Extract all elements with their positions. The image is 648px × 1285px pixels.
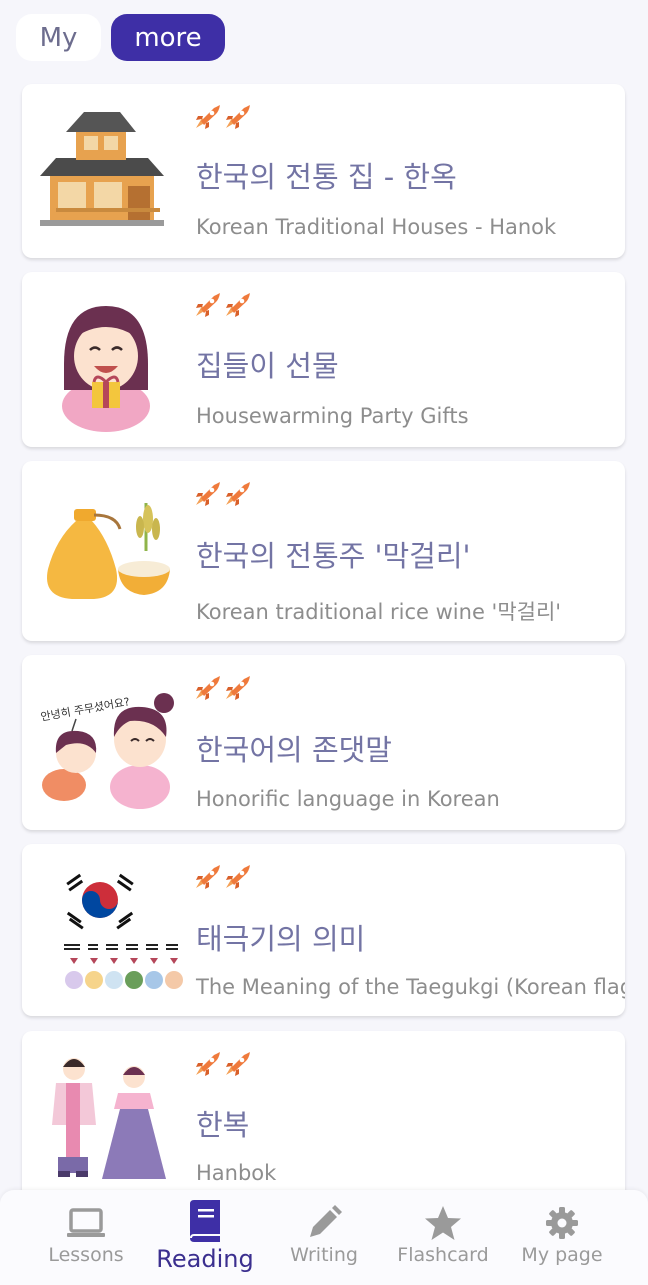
lesson-card[interactable]: 집들이 선물 Housewarming Party Gifts	[22, 272, 625, 447]
tab-my[interactable]: My	[16, 14, 101, 61]
nav-label: My page	[521, 1244, 603, 1266]
gear-icon	[546, 1207, 578, 1239]
card-title: 집들이 선물	[196, 349, 339, 383]
book-icon	[190, 1200, 220, 1242]
card-title: 한국의 전통 집 - 한옥	[196, 160, 457, 194]
card-subtitle: Korean traditional rice wine '막걸리'	[196, 600, 562, 624]
nav-reading[interactable]: Reading	[140, 1190, 270, 1285]
card-subtitle: Hanbok	[196, 1161, 277, 1185]
nav-my-page[interactable]: My page	[497, 1190, 627, 1285]
laptop-icon	[67, 1208, 105, 1237]
makgeolli-icon	[47, 503, 170, 599]
lesson-card[interactable]: 한국의 전통주 '막걸리' Korean traditional rice wi…	[22, 461, 625, 641]
card-title: 한국어의 존댓말	[196, 733, 392, 767]
bottom-nav: Lessons Reading Writing Flashcard My pag…	[0, 1190, 648, 1285]
rocket-icon	[226, 676, 250, 700]
difficulty-rockets	[194, 292, 252, 318]
rocket-icon	[226, 482, 250, 506]
rocket-icon	[196, 1052, 220, 1076]
card-title: 한복	[196, 1108, 250, 1142]
card-subtitle: Honorific language in Korean	[196, 787, 500, 811]
difficulty-rockets	[194, 864, 252, 890]
nav-label: Flashcard	[397, 1244, 489, 1266]
rocket-icon	[196, 105, 220, 129]
difficulty-rockets	[194, 104, 252, 130]
top-tabs: My more	[16, 14, 225, 61]
taegukgi-icon	[64, 873, 183, 989]
difficulty-rockets	[194, 481, 252, 507]
nav-label: Writing	[290, 1244, 358, 1266]
nav-lessons[interactable]: Lessons	[21, 1190, 151, 1285]
hanbok-couple-icon	[52, 1058, 166, 1179]
lesson-card[interactable]: 태극기의 의미 The Meaning of the Taegukgi (Kor…	[22, 844, 625, 1016]
nav-flashcard[interactable]: Flashcard	[378, 1190, 508, 1285]
rocket-icon	[226, 105, 250, 129]
rocket-icon	[226, 865, 250, 889]
rocket-icon	[196, 865, 220, 889]
rocket-icon	[196, 676, 220, 700]
rocket-icon	[226, 293, 250, 317]
rocket-icon	[196, 293, 220, 317]
card-subtitle: Korean Traditional Houses - Hanok	[196, 215, 557, 239]
nav-label: Lessons	[48, 1244, 124, 1266]
rocket-icon	[226, 1052, 250, 1076]
difficulty-rockets	[194, 1051, 252, 1077]
nav-label: Reading	[156, 1245, 254, 1273]
tab-more[interactable]: more	[111, 14, 225, 61]
card-title: 태극기의 의미	[196, 922, 366, 956]
pencil-icon	[310, 1205, 342, 1237]
card-subtitle: Housewarming Party Gifts	[196, 404, 469, 428]
star-icon	[425, 1206, 461, 1240]
card-subtitle: The Meaning of the Taegukgi (Korean flag…	[196, 975, 625, 999]
lesson-card[interactable]: 한국의 전통 집 - 한옥 Korean Traditional Houses …	[22, 84, 625, 258]
nav-writing[interactable]: Writing	[259, 1190, 389, 1285]
rocket-icon	[196, 482, 220, 506]
girl-gift-icon	[62, 306, 150, 432]
difficulty-rockets	[194, 675, 252, 701]
lesson-card[interactable]: 안녕히 주무셨어요? 한국어의 존댓말 Honorific language i…	[22, 655, 625, 830]
hanok-house-icon	[40, 112, 164, 226]
card-title: 한국의 전통주 '막걸리'	[196, 539, 471, 573]
